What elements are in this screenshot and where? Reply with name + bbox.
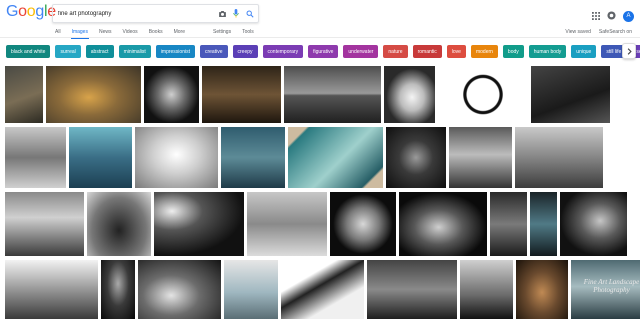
notifications-icon[interactable] <box>607 7 616 25</box>
search-icon[interactable] <box>244 8 256 20</box>
image-result[interactable] <box>449 127 512 188</box>
image-result[interactable] <box>367 260 457 319</box>
image-result[interactable] <box>460 260 513 319</box>
google-logo[interactable]: Google <box>6 3 56 23</box>
chip-black-and-white[interactable]: black and white <box>6 45 51 58</box>
chip-modern[interactable]: modern <box>470 45 498 58</box>
image-result[interactable] <box>247 192 327 256</box>
tab-right-links: View saved SafeSearch on <box>565 29 632 35</box>
image-result[interactable] <box>330 192 396 256</box>
chip-body[interactable]: body <box>502 45 524 58</box>
logo-letter: o <box>26 3 36 20</box>
chip-human-body[interactable]: human body <box>528 45 567 58</box>
chips-next-button[interactable] <box>622 43 636 59</box>
camera-icon[interactable] <box>216 8 228 20</box>
image-result[interactable] <box>399 192 487 256</box>
image-result[interactable] <box>516 260 568 319</box>
chip-creepy[interactable]: creepy <box>232 45 258 58</box>
image-result[interactable] <box>5 260 98 319</box>
image-result[interactable] <box>101 260 135 319</box>
chip-surreal[interactable]: surreal <box>55 45 81 58</box>
image-result[interactable] <box>154 192 244 256</box>
image-result[interactable] <box>46 66 141 123</box>
image-result[interactable] <box>384 66 435 123</box>
chip-figurative[interactable]: figurative <box>308 45 339 58</box>
avatar[interactable]: A <box>623 10 634 22</box>
image-result[interactable] <box>530 192 557 256</box>
image-row: Fine Art Landscape Photography <box>5 260 640 319</box>
image-result[interactable] <box>438 66 528 123</box>
image-result[interactable] <box>87 192 151 256</box>
image-result[interactable] <box>288 127 383 188</box>
image-result[interactable] <box>221 127 285 188</box>
image-result[interactable] <box>69 127 132 188</box>
image-result[interactable] <box>284 66 381 123</box>
microphone-icon[interactable] <box>230 8 242 20</box>
apps-grid-icon[interactable] <box>592 7 600 25</box>
image-result[interactable] <box>5 127 66 188</box>
chip-minimalist[interactable]: minimalist <box>118 45 151 58</box>
image-caption: Fine Art Landscape Photography <box>583 278 640 294</box>
chevron-right-icon <box>627 47 632 55</box>
image-result[interactable]: Fine Art Landscape Photography <box>571 260 640 319</box>
chip-creative[interactable]: creative <box>199 45 228 58</box>
account-area: A <box>592 7 634 25</box>
view-saved-link[interactable]: View saved <box>565 29 590 35</box>
image-result[interactable] <box>515 127 603 188</box>
chip-underwater[interactable]: underwater <box>343 45 379 58</box>
image-result[interactable] <box>281 260 364 319</box>
image-result[interactable] <box>138 260 221 319</box>
image-result[interactable] <box>490 192 527 256</box>
image-result[interactable] <box>144 66 199 123</box>
image-result[interactable] <box>135 127 218 188</box>
image-result[interactable] <box>386 127 446 188</box>
image-result[interactable] <box>224 260 278 319</box>
chip-contemporary[interactable]: contemporary <box>262 45 304 58</box>
image-row <box>5 127 603 188</box>
chip-nature[interactable]: nature <box>383 45 408 58</box>
search-box <box>52 4 259 23</box>
image-row <box>5 192 627 256</box>
image-result[interactable] <box>202 66 281 123</box>
logo-letter: g <box>35 3 44 20</box>
logo-letter: o <box>18 3 27 20</box>
image-result[interactable] <box>5 192 84 256</box>
chip-unique[interactable]: unique <box>571 45 597 58</box>
image-result[interactable] <box>560 192 627 256</box>
chip-love[interactable]: love <box>446 45 466 58</box>
image-result[interactable] <box>531 66 610 123</box>
safesearch-link[interactable]: SafeSearch on <box>599 29 632 35</box>
chip-romantic[interactable]: romantic <box>412 45 442 58</box>
image-result[interactable] <box>5 66 43 123</box>
chip-impressionist[interactable]: impressionist <box>155 45 195 58</box>
chip-abstract[interactable]: abstract <box>85 45 114 58</box>
image-row <box>5 66 610 123</box>
header-divider <box>0 37 640 38</box>
related-searches-chips: black and white surreal abstract minimalist… <box>6 45 640 58</box>
logo-letter: G <box>6 3 19 20</box>
search-input[interactable] <box>53 10 216 17</box>
